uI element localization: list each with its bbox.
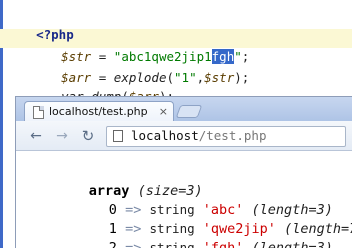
page-content: array (size=3) 0 => string 'abc' (length…: [16, 152, 352, 248]
code-line-1: <?php: [6, 8, 74, 42]
var-dump-header: array (size=3): [40, 164, 203, 199]
row-value: 'fgh': [202, 240, 244, 248]
dump-row: 0 => string 'abc' (length=3): [60, 183, 333, 218]
reload-icon[interactable]: ↻: [80, 128, 96, 144]
delimiter-arg: "1": [174, 70, 197, 85]
url-text: localhost/test.php: [131, 128, 266, 143]
code-line-2: $str = "abc1qwe2jip1fgh";: [31, 30, 249, 64]
browser-tab[interactable]: localhost/test.php ×: [24, 101, 174, 122]
address-bar[interactable]: localhost/test.php: [106, 126, 346, 147]
var-str-arg: $str: [204, 70, 235, 85]
tab-strip: localhost/test.php ×: [16, 97, 352, 122]
url-host: localhost: [131, 128, 199, 143]
row-type: string: [149, 240, 195, 248]
comma: ,: [196, 70, 205, 85]
row-arrow: =>: [125, 240, 142, 248]
back-arrow-icon[interactable]: ←: [28, 128, 44, 144]
dump-row: 2 => string 'fgh' (length=3): [60, 221, 333, 248]
code-line-4: var_dump($arr);: [31, 70, 174, 104]
browser-window: localhost/test.php × ← → ↻ localhost/tes…: [15, 96, 352, 248]
page-icon: [33, 106, 44, 119]
browser-toolbar: ← → ↻ localhost/test.php: [16, 121, 352, 151]
forward-arrow-icon[interactable]: →: [54, 128, 70, 144]
tab-title: localhost/test.php: [49, 105, 148, 118]
tab-close-icon[interactable]: ×: [159, 105, 168, 118]
url-path: /test.php: [198, 128, 267, 143]
new-tab-button[interactable]: [175, 105, 203, 118]
row-index: 2: [108, 240, 117, 248]
paren-close: );: [234, 70, 250, 85]
row-length: (length=3): [251, 240, 333, 248]
code-line-3: $arr = explode("1",$str);: [31, 51, 249, 85]
page-icon: [113, 130, 123, 142]
dump-row: 1 => string 'qwe2jip' (length=7): [60, 202, 352, 237]
